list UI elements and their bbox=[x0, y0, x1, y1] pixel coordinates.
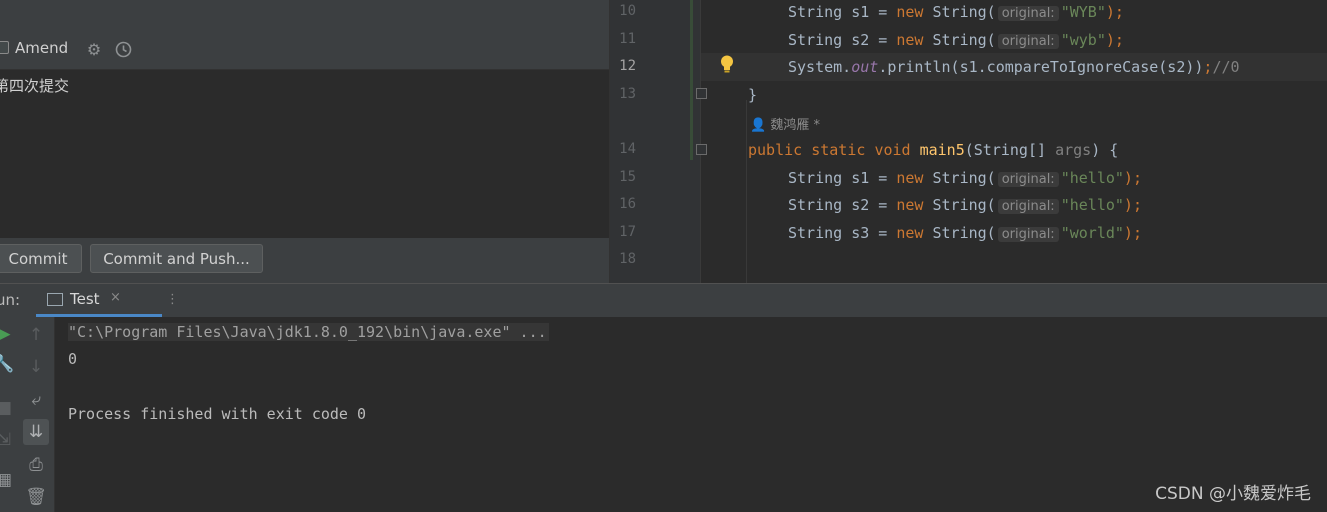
run-toolbar-primary: ▶ 🔧 ■ ⇲ ▦ bbox=[0, 317, 19, 512]
line-number: 10 bbox=[619, 3, 636, 19]
code-line-16: String s2 = new String(original: "hello")… bbox=[788, 196, 1142, 214]
console-command-line: "C:\Program Files\Java\jdk1.8.0_192\bin\… bbox=[68, 323, 549, 341]
close-icon[interactable]: × bbox=[110, 290, 121, 305]
commit-and-push-button[interactable]: Commit and Push... bbox=[90, 244, 263, 273]
bulb-icon[interactable] bbox=[718, 54, 736, 74]
print-icon[interactable]: ⎙ bbox=[23, 452, 49, 478]
run-toolbar-secondary: ↑ ↓ ⤶ ⇊ ⎙ 🗑 bbox=[18, 317, 55, 512]
console-output[interactable]: "C:\Program Files\Java\jdk1.8.0_192\bin\… bbox=[55, 317, 1327, 512]
tab-test[interactable]: Test × bbox=[36, 284, 162, 317]
commit-message-text: 第四次提交 bbox=[0, 77, 70, 95]
code-line-10: String s1 = new String(original: "WYB"); bbox=[788, 3, 1124, 21]
scroll-to-end-icon[interactable]: ⇊ bbox=[23, 419, 49, 445]
line-number: 16 bbox=[619, 196, 636, 212]
commit-button[interactable]: Commit bbox=[0, 244, 82, 273]
clock-icon[interactable] bbox=[114, 40, 132, 58]
line-number: 11 bbox=[619, 31, 636, 47]
console-tab-icon bbox=[47, 293, 63, 306]
code-line-17: String s3 = new String(original: "world")… bbox=[788, 224, 1142, 242]
line-number: 18 bbox=[619, 251, 636, 267]
vcs-change-marker[interactable] bbox=[690, 0, 693, 160]
line-number: 14 bbox=[619, 141, 636, 157]
fold-end-marker[interactable] bbox=[696, 88, 707, 99]
editor-gutter: 10 11 12 13 14 15 16 17 18 bbox=[610, 0, 707, 283]
wrench-icon[interactable]: 🔧 bbox=[0, 351, 17, 377]
author-name: 魏鸿雁 * bbox=[770, 118, 820, 133]
console-exit-line: Process finished with exit code 0 bbox=[68, 405, 367, 423]
commit-options-bar: Amend ⚙ bbox=[0, 32, 609, 66]
line-number: 13 bbox=[619, 86, 636, 102]
restore-layout-icon[interactable]: ⇲ bbox=[0, 427, 17, 453]
soft-wrap-icon[interactable]: ⤶ bbox=[23, 387, 49, 413]
down-arrow-icon[interactable]: ↓ bbox=[23, 354, 49, 380]
amend-label[interactable]: Amend bbox=[15, 39, 68, 57]
code-line-11: String s2 = new String(original: "wyb"); bbox=[788, 31, 1124, 49]
tab-test-label: Test bbox=[70, 290, 100, 308]
code-line-13: } bbox=[748, 86, 758, 104]
commit-message-editor[interactable]: 第四次提交 bbox=[0, 69, 609, 238]
trash-icon[interactable]: 🗑 bbox=[23, 484, 49, 510]
run-window-header: un: Test × ⋮ bbox=[0, 283, 1327, 317]
fold-start-marker[interactable] bbox=[696, 144, 707, 155]
param-hint: original: bbox=[997, 227, 1059, 242]
watermark: CSDN @小魏爱炸毛 bbox=[1155, 484, 1311, 504]
code-line-14: public static void main5(String[] args) … bbox=[748, 141, 1119, 159]
author-hint[interactable]: 👤 魏鸿雁 * bbox=[750, 114, 820, 133]
code-line-12: System.out.println(s1.compareToIgnoreCas… bbox=[788, 58, 1240, 76]
layout-icon[interactable]: ▦ bbox=[0, 467, 17, 493]
line-number: 15 bbox=[619, 169, 636, 185]
param-hint: original: bbox=[997, 6, 1059, 21]
up-arrow-icon[interactable]: ↑ bbox=[23, 322, 49, 348]
param-hint: original: bbox=[997, 199, 1059, 214]
more-options-icon[interactable]: ⋮ bbox=[166, 292, 179, 307]
line-number-current: 12 bbox=[619, 58, 636, 74]
run-label: un: bbox=[0, 291, 21, 309]
code-line-15: String s1 = new String(original: "hello")… bbox=[788, 169, 1142, 187]
console-output-line: 0 bbox=[68, 350, 78, 368]
rerun-icon[interactable]: ▶ bbox=[0, 321, 17, 347]
commit-panel: Amend ⚙ 第四次提交 Commit Commit and Push... bbox=[0, 0, 609, 283]
code-editor[interactable]: 10 11 12 13 14 15 16 17 18 String s1 = n… bbox=[609, 0, 1327, 283]
amend-checkbox[interactable] bbox=[0, 41, 9, 54]
param-hint: original: bbox=[997, 172, 1059, 187]
param-hint: original: bbox=[997, 34, 1059, 49]
line-number: 17 bbox=[619, 224, 636, 240]
gear-icon[interactable]: ⚙ bbox=[85, 40, 103, 59]
indent-guide bbox=[746, 100, 747, 283]
stop-icon[interactable]: ■ bbox=[0, 395, 17, 421]
user-icon: 👤 bbox=[750, 118, 767, 133]
